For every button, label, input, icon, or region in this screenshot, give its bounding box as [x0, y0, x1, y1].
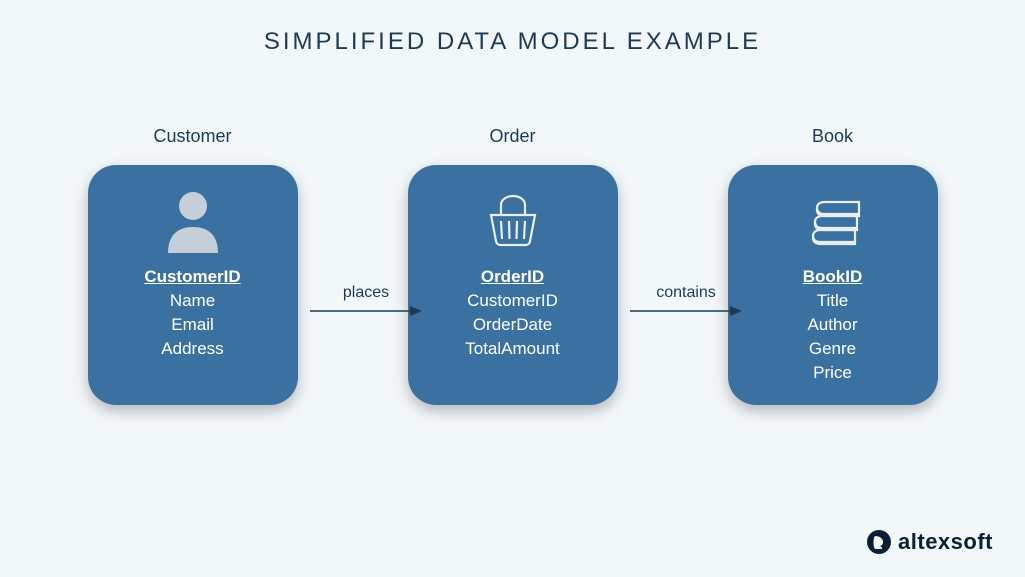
brand-name: altexsoft	[898, 529, 993, 555]
relation-places: places	[310, 284, 422, 318]
attribute-list: CustomerID Name Email Address	[144, 267, 240, 359]
books-icon	[801, 183, 865, 259]
attribute: OrderDate	[473, 315, 552, 335]
entity-customer: Customer CustomerID Name Email Address	[88, 126, 298, 405]
attribute-pk: OrderID	[481, 267, 544, 287]
attribute-pk: BookID	[803, 267, 863, 287]
relation-label: contains	[656, 284, 716, 302]
attribute: Title	[817, 291, 849, 311]
attribute-list: OrderID CustomerID OrderDate TotalAmount	[465, 267, 560, 359]
brand-mark-icon	[866, 529, 892, 555]
relation-contains: contains	[630, 284, 742, 318]
attribute: TotalAmount	[465, 339, 560, 359]
entity-book: Book BookID Title Author Genre Price	[728, 126, 938, 405]
entity-box: CustomerID Name Email Address	[88, 165, 298, 405]
attribute: Price	[813, 363, 852, 383]
attribute: Email	[171, 315, 214, 335]
relation-label: places	[343, 284, 389, 302]
attribute: Name	[170, 291, 215, 311]
attribute-list: BookID Title Author Genre Price	[803, 267, 863, 383]
basket-icon	[481, 183, 545, 259]
attribute: Author	[807, 315, 857, 335]
diagram-container: Customer CustomerID Name Email Address O…	[0, 126, 1025, 405]
entity-label: Order	[489, 126, 535, 147]
attribute: Address	[161, 339, 223, 359]
attribute: CustomerID	[467, 291, 558, 311]
entity-order: Order OrderID CustomerID OrderDate Total…	[408, 126, 618, 405]
arrow-icon	[630, 304, 742, 318]
entity-box: OrderID CustomerID OrderDate TotalAmount	[408, 165, 618, 405]
attribute: Genre	[809, 339, 856, 359]
person-icon	[162, 183, 224, 259]
entity-box: BookID Title Author Genre Price	[728, 165, 938, 405]
entity-label: Customer	[153, 126, 231, 147]
arrow-icon	[310, 304, 422, 318]
entity-label: Book	[812, 126, 853, 147]
diagram-title: SIMPLIFIED DATA MODEL EXAMPLE	[0, 0, 1025, 56]
attribute-pk: CustomerID	[144, 267, 240, 287]
brand-logo: altexsoft	[866, 529, 993, 555]
